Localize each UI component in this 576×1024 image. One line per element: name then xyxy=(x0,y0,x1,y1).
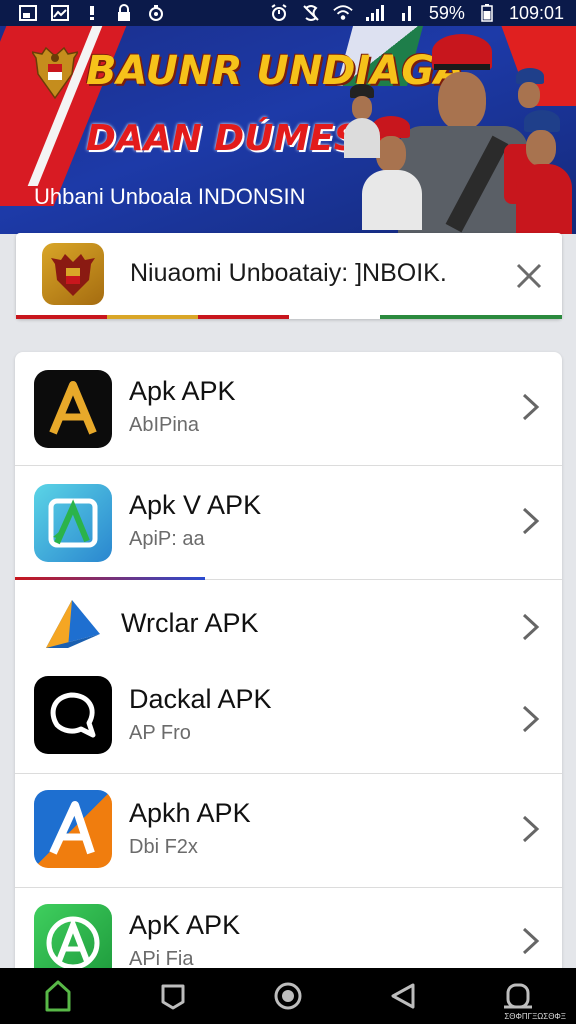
app-icon-letter-a-black-gold xyxy=(34,370,112,448)
image-icon xyxy=(18,4,38,22)
battery-icon xyxy=(477,4,497,22)
chevron-right-icon xyxy=(522,507,540,535)
app-subtitle: AbIPina xyxy=(129,414,200,436)
notification-card[interactable]: Niuaomi Unboataiy: ]NBOIK. xyxy=(16,233,562,319)
battery-percent: 59% xyxy=(428,2,465,23)
app-row[interactable]: Apkh APK Dbi F2x xyxy=(15,774,562,888)
navigation-bar: ΣΘΦΠΓΞΩΣΘΦΞ xyxy=(0,968,576,1024)
app-list: Apk APK AbIPina Apk V APK ApiP: aa Wrcla… xyxy=(15,352,562,992)
app-name: Dackal APK xyxy=(129,684,272,714)
alarm-icon xyxy=(269,4,289,22)
gallery-icon xyxy=(50,4,70,22)
watermark-text: ΣΘΦΠΓΞΩΣΘΦΞ xyxy=(504,1012,566,1021)
app-row[interactable]: Dackal APK AP Fro xyxy=(15,670,562,774)
status-bar: 59% 109:01 xyxy=(0,0,576,26)
garuda-emblem-icon xyxy=(32,46,78,100)
app-row[interactable]: Wrclar APK xyxy=(15,580,562,670)
app-name: Apk V APK xyxy=(129,490,262,520)
phone-screen: 59% 109:01 BAUNR UNDIAGA DAAN DÚMESIA Uh… xyxy=(0,0,576,1024)
app-name: ApK APK xyxy=(129,910,241,940)
app-subtitle: AP Fro xyxy=(129,722,191,744)
chevron-right-icon xyxy=(522,393,540,421)
home-icon[interactable] xyxy=(38,976,78,1016)
notification-color-stripe xyxy=(16,315,562,319)
soldier-far-right-figure xyxy=(510,68,550,128)
clock: 109:01 xyxy=(508,2,564,23)
back-triangle-icon[interactable] xyxy=(383,976,423,1016)
chevron-right-icon xyxy=(522,613,540,641)
app-subtitle: ApiP: aa xyxy=(129,528,205,550)
soldier-right-figure xyxy=(516,110,572,234)
alert-icon xyxy=(82,4,102,22)
app-row[interactable]: Apk APK AbIPina xyxy=(15,352,562,466)
app-subtitle: Dbi F2x xyxy=(129,836,198,858)
status-bar-left xyxy=(18,4,166,22)
signal-2-icon xyxy=(397,4,417,22)
app-name: Apk APK xyxy=(129,376,236,406)
hero-banner[interactable]: BAUNR UNDIAGA DAAN DÚMESIA Uhbani Unboal… xyxy=(0,26,576,234)
soldier-back-figure xyxy=(344,84,380,158)
app-icon-letter-a-blue-orange xyxy=(34,790,112,868)
chevron-right-icon xyxy=(522,815,540,843)
banner-subtitle: Uhbani Unboala INDONSIN xyxy=(34,184,306,209)
status-bar-right: 59% 109:01 xyxy=(269,3,564,24)
notification-text: Niuaomi Unboataiy: ]NBOIK. xyxy=(130,259,447,287)
chevron-right-icon xyxy=(522,927,540,955)
square-icon[interactable] xyxy=(153,976,193,1016)
wifi-icon xyxy=(333,4,353,22)
app-icon-chat-bubble-black xyxy=(34,676,112,754)
garuda-app-icon xyxy=(42,243,104,305)
recent-icon[interactable] xyxy=(498,976,538,1016)
app-icon-letter-a-teal-square xyxy=(34,484,112,562)
app-name: Apkh APK xyxy=(129,798,251,828)
signal-icon xyxy=(365,4,385,22)
app-row[interactable]: Apk V APK ApiP: aa xyxy=(15,466,562,580)
app-name: Wrclar APK xyxy=(121,608,259,638)
chevron-right-icon xyxy=(522,705,540,733)
app-icon-blue-orange-triangle xyxy=(34,586,112,664)
close-icon[interactable] xyxy=(512,259,546,293)
circle-home-icon[interactable] xyxy=(268,976,308,1016)
lock-icon xyxy=(114,4,134,22)
sync-icon xyxy=(146,4,166,22)
mute-icon xyxy=(301,4,321,22)
